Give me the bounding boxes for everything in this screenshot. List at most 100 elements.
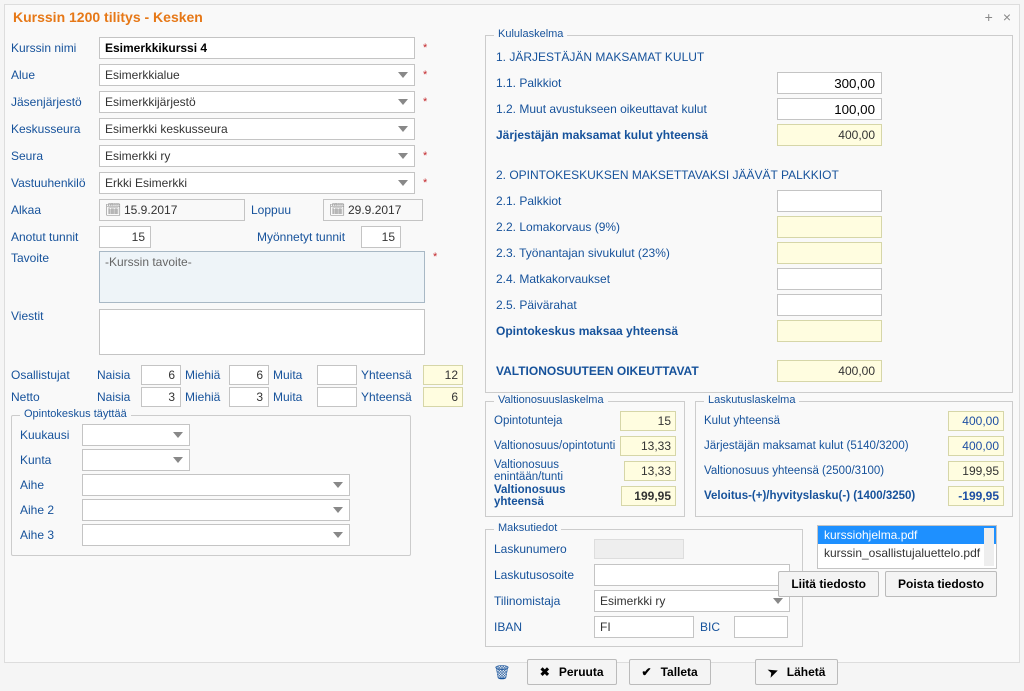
label-vastuuhenkilo: Vastuuhenkilö — [11, 176, 93, 190]
seura-select[interactable]: Esimerkki ry — [99, 145, 415, 167]
label-naisia: Naisia — [97, 368, 137, 382]
valtionosuuslaskelma-box: Valtionosuuslaskelma Opintotunteja15 Val… — [485, 401, 685, 517]
lomakorvaus — [777, 216, 882, 238]
panel-title: Kurssin 1200 tilitys - Kesken — [13, 9, 203, 25]
peruuta-button[interactable]: Peruuta — [527, 659, 617, 685]
talleta-button[interactable]: Talleta — [629, 659, 711, 685]
content: Kurssin nimi * Alue Esimerkkialue * Jäse… — [5, 29, 1019, 691]
label-jasenjarjesto: Jäsenjärjestö — [11, 95, 93, 109]
muut-kulut-input[interactable] — [777, 98, 882, 120]
netto-muita[interactable] — [317, 387, 357, 407]
palkkiot-1-input[interactable] — [777, 72, 882, 94]
chevron-down-icon — [398, 153, 408, 159]
chevron-down-icon — [398, 99, 408, 105]
kulut-yhteensa: 400,00 — [948, 411, 1004, 431]
aihe-select[interactable] — [82, 474, 350, 496]
aihe3-select[interactable] — [82, 524, 350, 546]
laskutusosoite-input[interactable] — [594, 564, 790, 586]
kulu-h2: 2. OPINTOKESKUKSEN MAKSETTAVAKSI JÄÄVÄT … — [496, 168, 882, 182]
file-list[interactable]: kurssiohjelma.pdf kurssin_osallistujalue… — [817, 525, 997, 569]
opinto-legend: Opintokeskus täyttää — [20, 408, 131, 420]
osallistujat-naisia[interactable] — [141, 365, 181, 385]
aihe2-select[interactable] — [82, 499, 350, 521]
valtionosuus-yhteensa-2: 199,95 — [948, 461, 1004, 481]
label-keskusseura: Keskusseura — [11, 122, 93, 136]
tavoite-textarea[interactable]: -Kurssin tavoite- — [99, 251, 425, 303]
jasenjarjesto-select[interactable]: Esimerkkijärjestö — [99, 91, 415, 113]
jarjestaja-kulut: 400,00 — [948, 436, 1004, 456]
matkakorvaukset-input[interactable] — [777, 268, 882, 290]
osallistujat-miehia[interactable] — [229, 365, 269, 385]
bic-input[interactable] — [734, 616, 788, 638]
palkkiot-2-input[interactable] — [777, 190, 882, 212]
kunta-select[interactable] — [82, 449, 190, 471]
veloitus-hyvitys: -199,95 — [948, 486, 1004, 506]
alkaa-date[interactable]: 🗓 — [99, 199, 245, 221]
netto-miehia[interactable] — [229, 387, 269, 407]
paivarahat-input[interactable] — [777, 294, 882, 316]
kulu-h3: VALTIONOSUUTEEN OIKEUTTAVAT — [496, 364, 777, 378]
file-item[interactable]: kurssiohjelma.pdf — [818, 526, 996, 544]
netto-yhteensa: 6 — [423, 387, 463, 407]
kululaskelma-box: Kululaskelma 1. JÄRJESTÄJÄN MAKSAMAT KUL… — [485, 35, 1013, 393]
alue-select[interactable]: Esimerkkialue — [99, 64, 415, 86]
action-bar: 🗑 Peruuta Talleta Lähetä — [489, 659, 1013, 685]
chevron-down-icon — [773, 598, 783, 604]
label-myonnetyt: Myönnetyt tunnit — [257, 230, 355, 244]
attach-file-button[interactable]: Liitä tiedosto — [778, 571, 879, 597]
kulu-h1: 1. JÄRJESTÄJÄN MAKSAMAT KULUT — [496, 50, 882, 64]
netto-naisia[interactable] — [141, 387, 181, 407]
label-tavoite: Tavoite — [11, 251, 93, 265]
sivukulut — [777, 242, 882, 264]
trash-icon[interactable]: 🗑 — [489, 660, 515, 685]
label-osallistujat: Osallistujat — [11, 368, 93, 382]
osallistujat-muita[interactable] — [317, 365, 357, 385]
panel-tools: + × — [985, 9, 1011, 25]
iban-input[interactable] — [594, 616, 694, 638]
laskunumero — [594, 539, 684, 559]
panel-header: Kurssin 1200 tilitys - Kesken + × — [5, 5, 1019, 29]
remove-file-button[interactable]: Poista tiedosto — [885, 571, 997, 597]
valtionosuus-oikeuttavat: 400,00 — [777, 360, 882, 382]
label-alue: Alue — [11, 68, 93, 82]
opintotunteja: 15 — [620, 411, 676, 431]
file-item[interactable]: kurssin_osallistujaluettelo.pdf — [818, 544, 996, 562]
chevron-down-icon — [173, 457, 183, 463]
kurssin-nimi-input[interactable] — [99, 37, 415, 59]
keskusseura-select[interactable]: Esimerkki keskusseura — [99, 118, 415, 140]
chevron-down-icon — [398, 180, 408, 186]
plus-icon[interactable]: + — [985, 9, 993, 25]
label-alkaa: Alkaa — [11, 203, 93, 217]
maksutiedot-box: Maksutiedot Laskunumero Laskutusosoite T… — [485, 529, 803, 647]
laheta-button[interactable]: Lähetä — [755, 659, 839, 685]
label-muita: Muita — [273, 368, 313, 382]
label-anotut: Anotut tunnit — [11, 230, 93, 244]
calendar-icon: 🗓 — [105, 202, 122, 218]
tilinomistaja-select[interactable]: Esimerkki ry — [594, 590, 790, 612]
chevron-down-icon — [333, 532, 343, 538]
osallistujat-yhteensa: 12 — [423, 365, 463, 385]
myonnetyt-input[interactable] — [361, 226, 401, 248]
valtionosuus-yhteensa-1: 199,95 — [621, 486, 676, 506]
valtionosuus-enintaan: 13,33 — [624, 461, 676, 481]
kuukausi-select[interactable] — [82, 424, 190, 446]
close-icon[interactable]: × — [1003, 9, 1011, 25]
laskutuslaskelma-box: Laskutuslaskelma Kulut yhteensä400,00 Jä… — [695, 401, 1013, 517]
vastuuhenkilo-select[interactable]: Erkki Esimerkki — [99, 172, 415, 194]
panel: Kurssin 1200 tilitys - Kesken + × Kurssi… — [4, 4, 1020, 663]
label-loppuu: Loppuu — [251, 203, 317, 217]
alkaa-input[interactable] — [100, 200, 244, 220]
chevron-down-icon — [398, 72, 408, 78]
kulu-legend: Kululaskelma — [494, 28, 567, 40]
label-seura: Seura — [11, 149, 93, 163]
valtionosuus-per-tunti: 13,33 — [620, 436, 676, 456]
anotut-input[interactable] — [99, 226, 151, 248]
right-column: Kululaskelma 1. JÄRJESTÄJÄN MAKSAMAT KUL… — [485, 35, 1013, 685]
chevron-down-icon — [398, 126, 408, 132]
loppuu-date[interactable]: 🗓 — [323, 199, 423, 221]
viestit-textarea[interactable] — [99, 309, 425, 355]
chevron-down-icon — [333, 482, 343, 488]
scrollbar[interactable] — [984, 528, 994, 566]
label-yhteensa: Yhteensä — [361, 368, 419, 382]
chevron-down-icon — [333, 507, 343, 513]
